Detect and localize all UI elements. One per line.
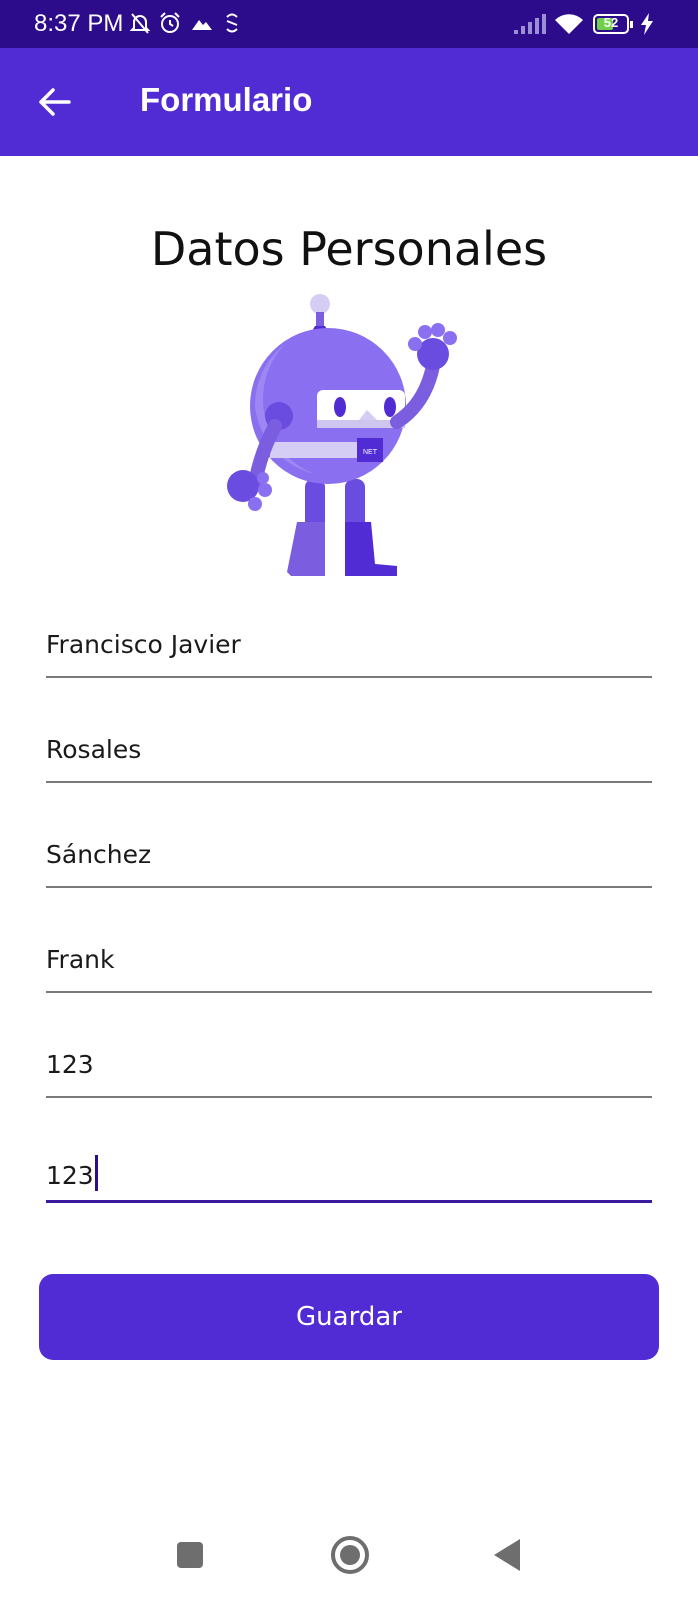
save-button[interactable]: Guardar: [39, 1274, 659, 1360]
section-title: Datos Personales: [150, 222, 548, 276]
save-button-label: Guardar: [296, 1302, 402, 1332]
back-arrow-icon: [39, 88, 71, 116]
username-value: Frank: [46, 945, 115, 974]
app-bar: Formulario: [0, 48, 698, 156]
mountain-icon: [192, 20, 212, 30]
field-underline: [46, 886, 652, 888]
charging-icon: [641, 13, 653, 35]
field-underline-focused: [46, 1200, 652, 1203]
first-name-value: Francisco Javier: [46, 630, 241, 659]
first-name-field[interactable]: Francisco Javier: [46, 620, 652, 678]
system-nav-bar: [0, 1520, 698, 1600]
last-name-field[interactable]: Rosales: [46, 725, 652, 783]
sync-icon: [226, 13, 238, 33]
dotnet-bot-illustration: NET: [227, 294, 457, 576]
status-bar: 8:37 PM 52: [0, 0, 698, 48]
status-time: 8:37 PM: [34, 10, 124, 37]
second-last-name-value: Sánchez: [46, 840, 152, 869]
recents-icon[interactable]: [175, 1540, 205, 1570]
second-last-name-field[interactable]: Sánchez: [46, 830, 652, 888]
username-field[interactable]: Frank: [46, 935, 652, 993]
confirm-password-value: 123: [46, 1161, 94, 1190]
back-button[interactable]: [28, 76, 80, 128]
battery-level: 52: [603, 15, 619, 30]
svg-text:NET: NET: [363, 449, 378, 456]
battery-icon: 52: [593, 14, 633, 34]
field-underline: [46, 991, 652, 993]
signal-icon: [514, 14, 546, 34]
confirm-password-text: 123: [46, 1155, 98, 1191]
field-underline: [46, 676, 652, 678]
alarm-icon: [160, 12, 180, 33]
password-field[interactable]: 123: [46, 1040, 652, 1098]
muted-bell-icon: [129, 13, 151, 34]
text-caret: [94, 1155, 98, 1191]
password-value: 123: [46, 1050, 94, 1079]
last-name-value: Rosales: [46, 735, 142, 764]
field-underline: [46, 1096, 652, 1098]
app-title: Formulario: [140, 81, 313, 118]
confirm-password-field[interactable]: 123: [46, 1145, 652, 1203]
field-underline: [46, 781, 652, 783]
wifi-icon: [555, 14, 583, 34]
home-icon[interactable]: [329, 1534, 371, 1576]
back-icon[interactable]: [492, 1537, 522, 1573]
